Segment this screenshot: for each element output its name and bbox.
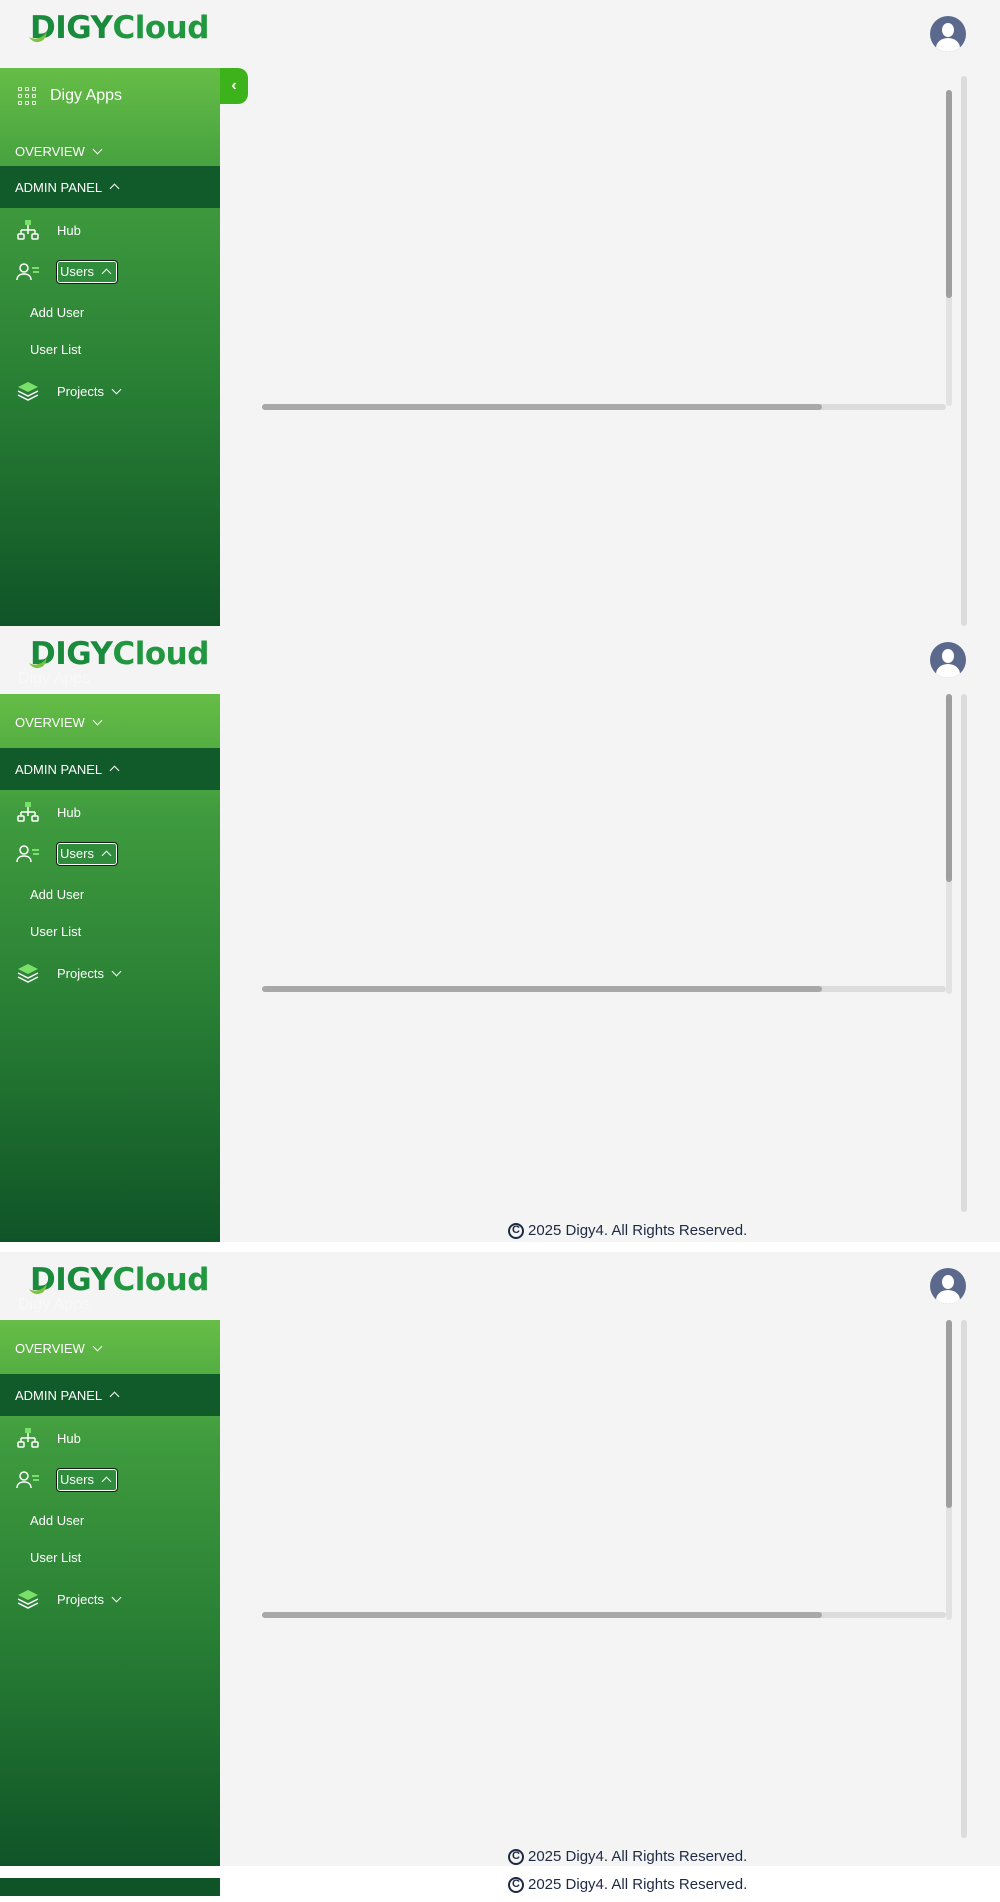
footer-text: 2025 Digy4. All Rights Reserved. bbox=[528, 1222, 748, 1239]
projects-label: Projects bbox=[57, 383, 104, 399]
sidebar-item-projects[interactable]: Projects bbox=[0, 374, 220, 408]
footer-copyright: C 2025 Digy4. All Rights Reserved. bbox=[508, 1848, 747, 1865]
hub-network-icon bbox=[16, 1426, 40, 1450]
content-horizontal-scrollbar-thumb[interactable] bbox=[262, 986, 822, 992]
content-vertical-scrollbar-thumb[interactable] bbox=[946, 1320, 952, 1508]
screen-frame-2: D IGY Cloud Digy Apps OVERVIEW ADMIN PANEL… bbox=[0, 626, 1000, 1242]
user-avatar-icon[interactable] bbox=[930, 1268, 966, 1304]
digy-apps-label-scrolled: Digy Apps bbox=[18, 670, 91, 687]
user-avatar-icon[interactable] bbox=[930, 16, 966, 52]
hub-network-icon bbox=[16, 800, 40, 824]
sidebar-item-hub[interactable]: Hub bbox=[0, 1421, 220, 1455]
digy-apps-label: Digy Apps bbox=[50, 86, 123, 104]
content-horizontal-scrollbar-thumb[interactable] bbox=[262, 404, 822, 410]
sidebar-item-add-user[interactable]: Add User bbox=[30, 887, 84, 902]
layers-icon bbox=[16, 1587, 40, 1611]
copyright-icon: C bbox=[508, 1222, 524, 1239]
user-avatar-icon[interactable] bbox=[930, 642, 966, 678]
page-vertical-scrollbar[interactable] bbox=[961, 76, 967, 626]
chevron-up-icon bbox=[109, 765, 120, 776]
chevron-down-icon bbox=[111, 966, 122, 976]
overview-section[interactable]: OVERVIEW bbox=[0, 1320, 220, 1376]
hub-label: Hub bbox=[57, 222, 81, 238]
overview-section[interactable]: OVERVIEW bbox=[0, 694, 220, 750]
chevron-up-icon bbox=[101, 1476, 112, 1486]
sidebar-item-users[interactable]: Users bbox=[0, 255, 220, 289]
hub-label: Hub bbox=[57, 1430, 81, 1446]
chevron-down-icon bbox=[92, 715, 103, 725]
chevron-up-icon bbox=[101, 268, 112, 278]
admin-panel-section[interactable]: ADMIN PANEL bbox=[0, 748, 220, 790]
chevron-down-icon bbox=[92, 1341, 103, 1351]
grid-icon bbox=[18, 86, 36, 105]
sidebar-item-user-list[interactable]: User List bbox=[30, 342, 81, 357]
admin-panel-label: ADMIN PANEL bbox=[15, 179, 103, 195]
chevron-up-icon bbox=[109, 1391, 120, 1402]
sidebar-collapse-button[interactable]: ‹ bbox=[220, 68, 248, 104]
projects-label: Projects bbox=[57, 1591, 104, 1607]
chevron-down-icon bbox=[92, 144, 103, 154]
screen-frame-1: D IGY Cloud Digy Apps ‹ OVERVIEW ADMIN PAN… bbox=[0, 0, 1000, 626]
hub-label: Hub bbox=[57, 804, 81, 820]
sidebar-item-users[interactable]: Users bbox=[0, 837, 220, 871]
chevron-up-icon bbox=[101, 850, 112, 860]
copyright-icon: C bbox=[508, 1848, 524, 1865]
sidebar: OVERVIEW ADMIN PANEL Hub Users Add User … bbox=[0, 1320, 220, 1866]
sidebar-item-projects[interactable]: Projects bbox=[0, 956, 220, 990]
sidebar: OVERVIEW ADMIN PANEL Hub Users Add User … bbox=[0, 694, 220, 1242]
users-icon bbox=[16, 842, 40, 866]
footer-text: 2025 Digy4. All Rights Reserved. bbox=[528, 1876, 748, 1893]
users-label: Users bbox=[60, 846, 94, 861]
admin-panel-label: ADMIN PANEL bbox=[15, 761, 103, 777]
chevron-down-icon bbox=[111, 384, 122, 394]
hub-network-icon bbox=[16, 218, 40, 242]
layers-icon bbox=[16, 961, 40, 985]
users-toggle-focused[interactable]: Users bbox=[56, 842, 118, 866]
content-vertical-scrollbar-thumb[interactable] bbox=[946, 90, 952, 298]
sidebar-bottom-edge bbox=[0, 1878, 220, 1896]
digycloud-logo[interactable]: D IGY Cloud bbox=[30, 1260, 209, 1300]
sidebar-item-user-list[interactable]: User List bbox=[30, 1550, 81, 1565]
projects-label: Projects bbox=[57, 965, 104, 981]
sidebar-item-add-user[interactable]: Add User bbox=[30, 1513, 84, 1528]
admin-panel-section[interactable]: ADMIN PANEL bbox=[0, 166, 220, 208]
sidebar: Digy Apps ‹ OVERVIEW ADMIN PANEL Hub Use… bbox=[0, 68, 248, 626]
sidebar-item-user-list[interactable]: User List bbox=[30, 924, 81, 939]
users-label: Users bbox=[60, 264, 94, 279]
copyright-icon: C bbox=[508, 1876, 524, 1893]
content-vertical-scrollbar-thumb[interactable] bbox=[946, 694, 952, 882]
footer-copyright: C 2025 Digy4. All Rights Reserved. bbox=[508, 1222, 747, 1239]
footer-copyright: C 2025 Digy4. All Rights Reserved. bbox=[508, 1876, 747, 1893]
chevron-up-icon bbox=[109, 183, 120, 194]
users-icon bbox=[16, 1468, 40, 1492]
overview-label: OVERVIEW bbox=[15, 143, 85, 159]
content-horizontal-scrollbar-thumb[interactable] bbox=[262, 1612, 822, 1618]
page-vertical-scrollbar[interactable] bbox=[961, 1320, 967, 1838]
digycloud-logo[interactable]: D IGY Cloud bbox=[30, 634, 209, 674]
sidebar-item-projects[interactable]: Projects bbox=[0, 1582, 220, 1616]
page-vertical-scrollbar[interactable] bbox=[961, 694, 967, 1212]
sidebar-item-add-user[interactable]: Add User bbox=[30, 305, 84, 320]
users-label: Users bbox=[60, 1472, 94, 1487]
screen-frame-3: D IGY Cloud Digy Apps OVERVIEW ADMIN PANEL… bbox=[0, 1252, 1000, 1866]
digy-apps-label-scrolled: Digy Apps bbox=[18, 1296, 91, 1313]
layers-icon bbox=[16, 379, 40, 403]
sidebar-item-hub[interactable]: Hub bbox=[0, 213, 220, 247]
footer-text: 2025 Digy4. All Rights Reserved. bbox=[528, 1848, 748, 1865]
overview-label: OVERVIEW bbox=[15, 714, 85, 730]
sidebar-item-users[interactable]: Users bbox=[0, 1463, 220, 1497]
admin-panel-section[interactable]: ADMIN PANEL bbox=[0, 1374, 220, 1416]
digy-apps-button[interactable]: Digy Apps bbox=[0, 68, 220, 123]
sidebar-item-hub[interactable]: Hub bbox=[0, 795, 220, 829]
admin-panel-label: ADMIN PANEL bbox=[15, 1387, 103, 1403]
users-icon bbox=[16, 260, 40, 284]
digycloud-logo[interactable]: D IGY Cloud bbox=[30, 8, 209, 48]
users-toggle-focused[interactable]: Users bbox=[56, 1468, 118, 1492]
overview-label: OVERVIEW bbox=[15, 1340, 85, 1356]
users-toggle-focused[interactable]: Users bbox=[56, 260, 118, 284]
chevron-down-icon bbox=[111, 1592, 122, 1602]
